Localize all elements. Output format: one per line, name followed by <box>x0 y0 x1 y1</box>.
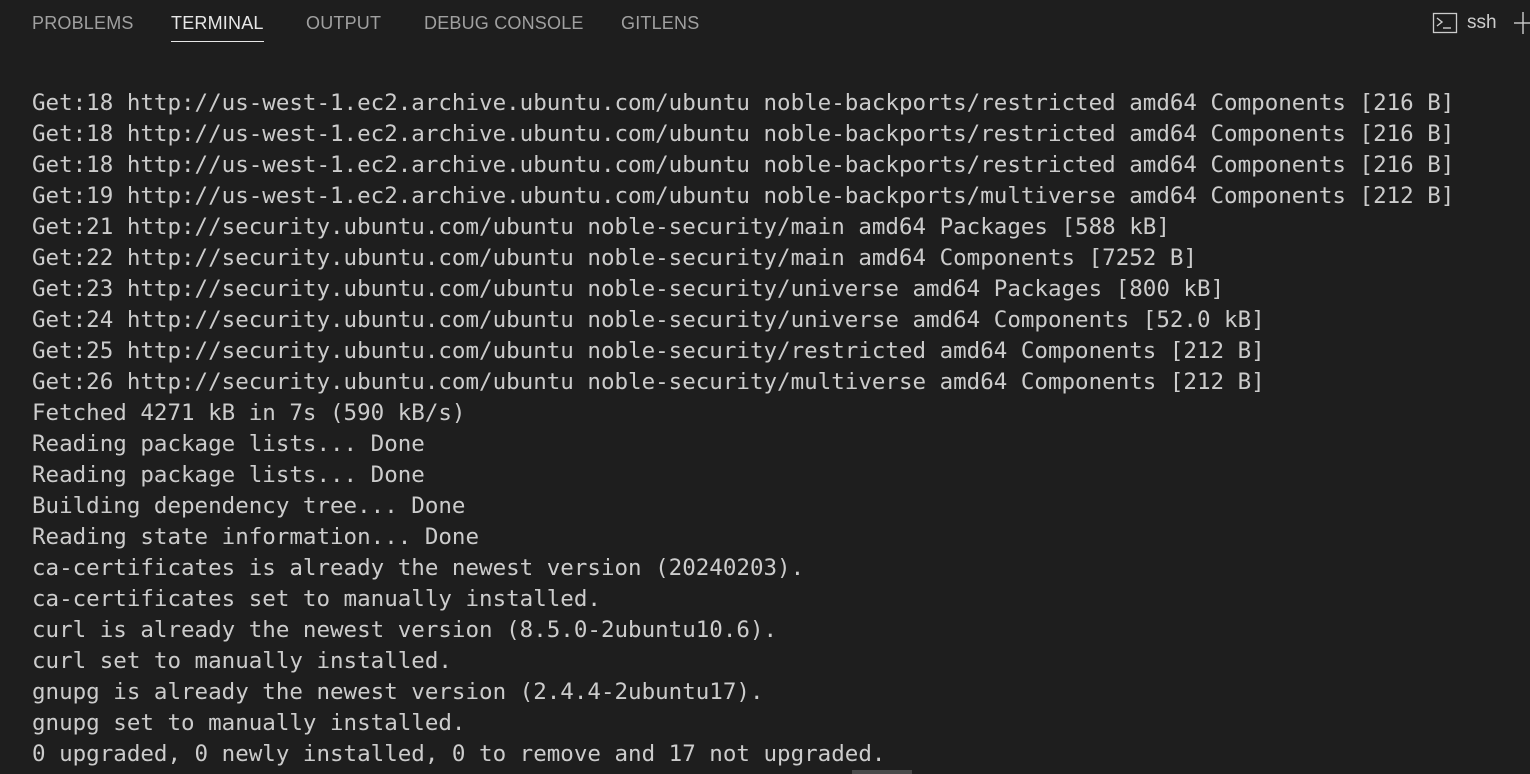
terminal-line: Reading state information... Done <box>32 524 480 550</box>
terminal-selector-label: ssh <box>1467 12 1497 33</box>
tab-gitlens[interactable]: GITLENS <box>621 0 699 46</box>
terminal-line: gnupg is already the newest version (2.4… <box>32 679 764 705</box>
terminal-line: Get:18 http://us-west-1.ec2.archive.ubun… <box>32 152 1455 178</box>
terminal-icon <box>1432 10 1458 36</box>
new-terminal-button[interactable] <box>1514 10 1530 36</box>
tab-debug-console[interactable]: DEBUG CONSOLE <box>424 0 584 46</box>
terminal-line: 0 upgraded, 0 newly installed, 0 to remo… <box>32 741 886 767</box>
terminal-line: Reading package lists... Done <box>32 431 425 457</box>
terminal-line: Building dependency tree... Done <box>32 493 466 519</box>
terminal-line: Get:18 http://us-west-1.ec2.archive.ubun… <box>32 90 1455 116</box>
terminal-line: Get:18 http://us-west-1.ec2.archive.ubun… <box>32 121 1455 147</box>
terminal-line: Reading package lists... Done <box>32 462 425 488</box>
panel-tab-bar: PROBLEMS TERMINAL OUTPUT DEBUG CONSOLE G… <box>0 0 1530 46</box>
plus-icon <box>1514 12 1530 40</box>
terminal-line: Get:19 http://us-west-1.ec2.archive.ubun… <box>32 183 1455 209</box>
terminal-output[interactable]: Get:18 http://us-west-1.ec2.archive.ubun… <box>32 88 1522 770</box>
terminal-line: Get:25 http://security.ubuntu.com/ubuntu… <box>32 338 1265 364</box>
terminal-line: Get:21 http://security.ubuntu.com/ubuntu… <box>32 214 1170 240</box>
terminal-line: Fetched 4271 kB in 7s (590 kB/s) <box>32 400 466 426</box>
terminal-line: gnupg set to manually installed. <box>32 710 466 736</box>
terminal-line: curl is already the newest version (8.5.… <box>32 617 778 643</box>
terminal-line: Get:22 http://security.ubuntu.com/ubuntu… <box>32 245 1197 271</box>
terminal-line: curl set to manually installed. <box>32 648 452 674</box>
terminal-line: Get:26 http://security.ubuntu.com/ubuntu… <box>32 369 1265 395</box>
terminal-line: ca-certificates is already the newest ve… <box>32 555 805 581</box>
terminal-line: ca-certificates set to manually installe… <box>32 586 601 612</box>
terminal-line: Get:23 http://security.ubuntu.com/ubuntu… <box>32 276 1225 302</box>
horizontal-scrollbar-thumb[interactable] <box>852 770 912 774</box>
terminal-selector[interactable]: ssh <box>1432 9 1497 37</box>
tab-terminal[interactable]: TERMINAL <box>171 0 264 46</box>
tab-problems[interactable]: PROBLEMS <box>32 0 134 46</box>
terminal-line: Get:24 http://security.ubuntu.com/ubuntu… <box>32 307 1265 333</box>
tab-output[interactable]: OUTPUT <box>306 0 381 46</box>
